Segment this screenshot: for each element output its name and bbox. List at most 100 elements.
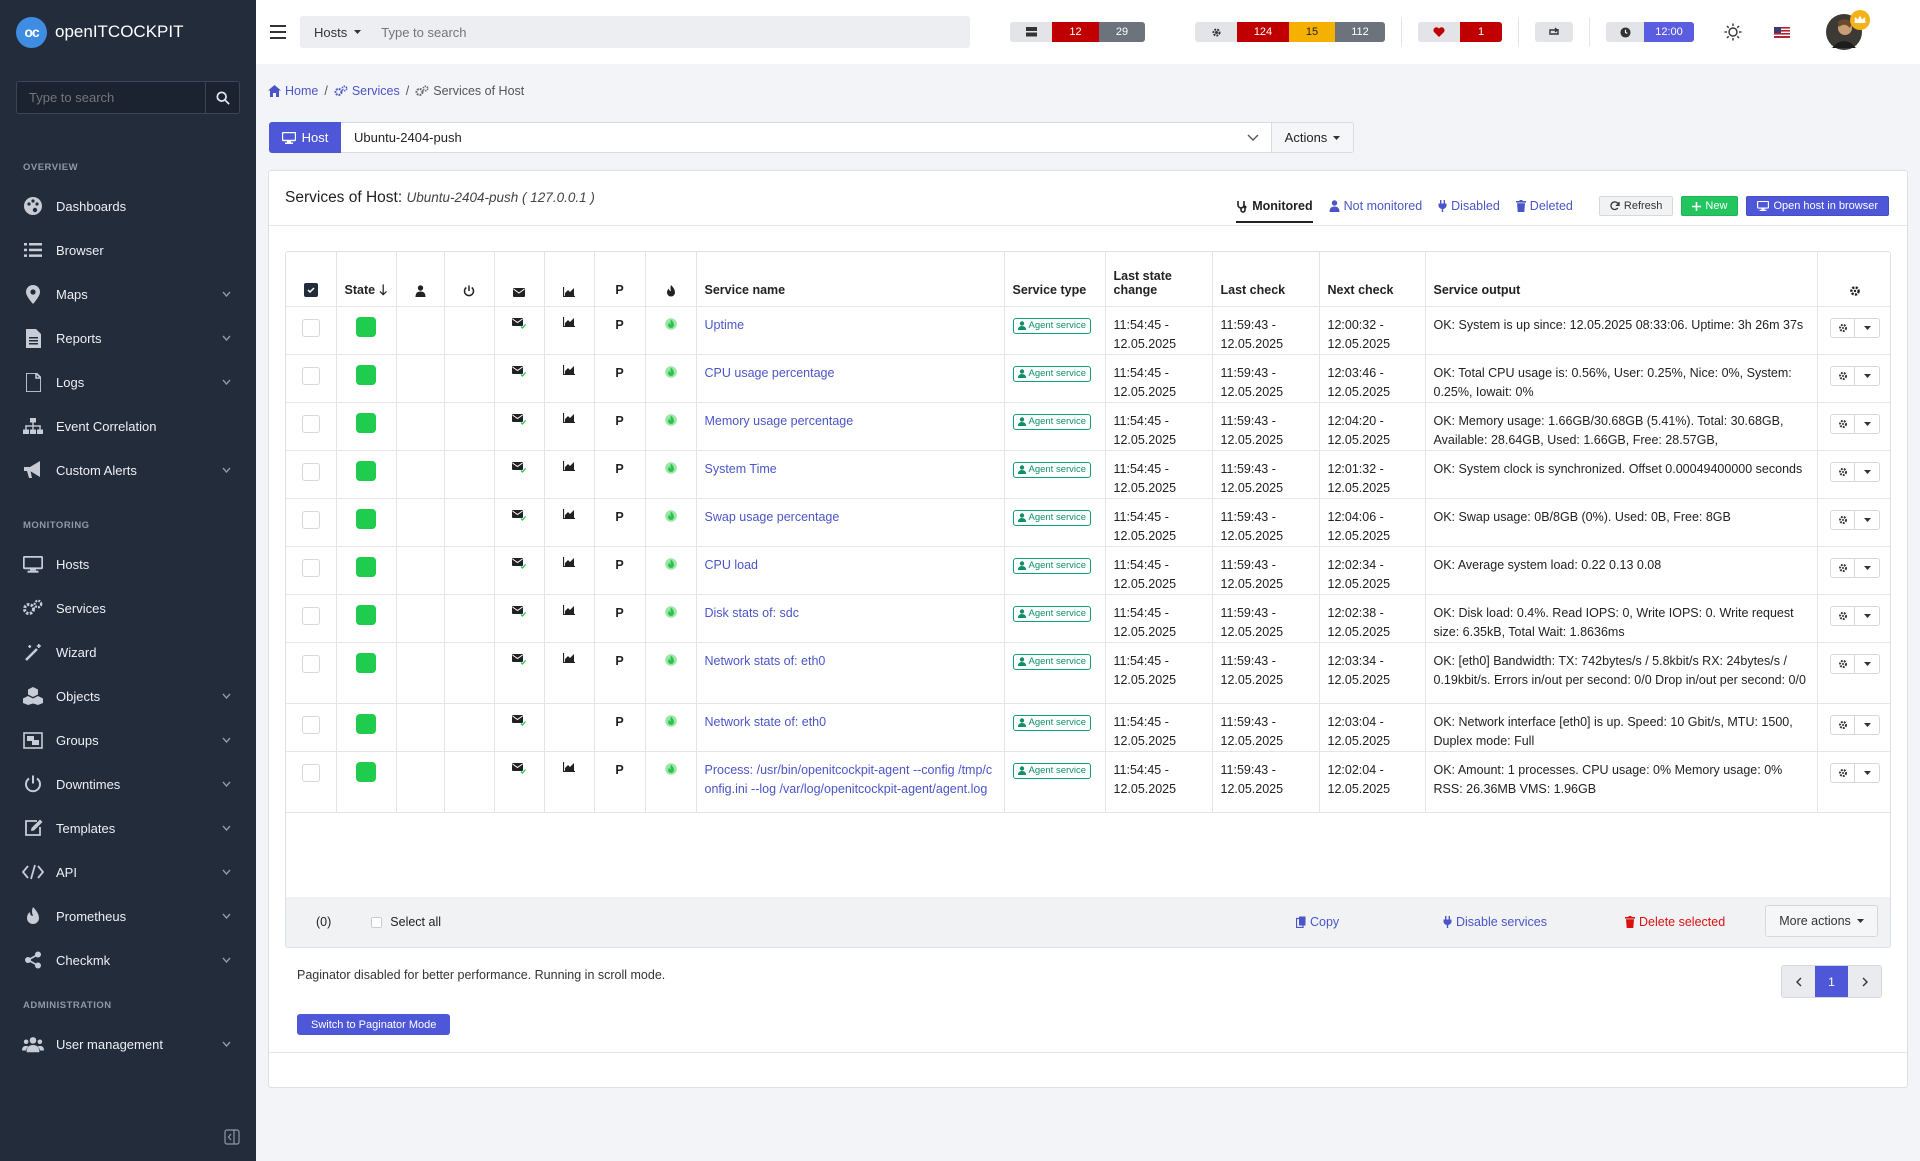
row-checkbox[interactable] [301,654,320,673]
downtime-header[interactable] [444,252,495,307]
service-link[interactable]: System Time [705,462,777,476]
service-name-header[interactable]: Service name [696,252,1005,307]
tab-deleted[interactable]: Deleted [1515,195,1573,217]
row-settings-button[interactable] [1831,462,1856,481]
row-checkbox[interactable] [301,318,320,337]
graph-cell[interactable] [544,594,595,643]
sidebar-item-services[interactable]: Services [0,586,256,630]
passive-header[interactable]: P [594,252,646,307]
tab-disabled[interactable]: Disabled [1438,195,1500,217]
row-checkbox[interactable] [301,763,320,782]
menu-toggle[interactable] [270,25,286,39]
row-actions-button[interactable] [1829,605,1880,626]
table-row[interactable]: P Network state of: eth0 Agent service 11:5… [286,703,1890,752]
row-dropdown-button[interactable] [1855,367,1879,385]
select-all-header[interactable] [286,252,337,307]
row-actions-button[interactable] [1829,413,1880,434]
service-link[interactable]: Network stats of: eth0 [705,654,826,668]
row-actions-button[interactable] [1829,509,1880,530]
status-badge[interactable] [356,713,376,734]
refresh-button[interactable]: Refresh [1598,196,1674,216]
host-status-counter[interactable]: 12 29 [1010,22,1145,42]
row-dropdown-button[interactable] [1855,415,1879,433]
row-actions-button[interactable] [1829,714,1880,735]
graph-cell[interactable] [544,498,595,547]
row-actions-button[interactable] [1829,653,1880,674]
row-dropdown-button[interactable] [1855,511,1879,529]
row-settings-button[interactable] [1831,606,1856,625]
status-badge[interactable] [356,364,376,385]
previous-page-button[interactable] [1782,966,1815,997]
row-actions-button[interactable] [1829,762,1880,783]
row-dropdown-button[interactable] [1855,559,1879,577]
notifications-header[interactable] [494,252,545,307]
breadcrumb-home[interactable]: Home [268,84,318,98]
sidebar-item-hosts[interactable]: Hosts [0,542,256,586]
host-select[interactable]: Ubuntu-2404-push [341,122,1272,153]
table-row[interactable]: P Process: /usr/bin/openitcockpit-agent -… [286,751,1890,813]
graph-cell[interactable] [544,751,595,813]
sidebar-item-objects[interactable]: Objects [0,674,256,718]
row-dropdown-button[interactable] [1855,716,1879,734]
status-badge[interactable] [356,316,376,337]
app-logo[interactable]: oc openITCOCKPIT [0,0,256,64]
health-counter[interactable]: 1 [1418,22,1502,42]
table-row[interactable]: P Network stats of: eth0 Agent service 11:5… [286,642,1890,704]
graph-cell[interactable] [544,450,595,499]
row-checkbox[interactable] [301,462,320,481]
state-header[interactable]: State [336,252,397,307]
graph-cell[interactable] [544,306,595,355]
row-dropdown-button[interactable] [1855,319,1879,337]
sidebar-item-wizard[interactable]: Wizard [0,630,256,674]
tab-not-monitored[interactable]: Not monitored [1329,195,1422,217]
sidebar-search-input[interactable] [17,82,205,113]
table-row[interactable]: P CPU load Agent service 11:54:45 - 12.05.2… [286,546,1890,595]
graph-cell[interactable] [544,354,595,403]
sidebar-item-browser[interactable]: Browser [0,228,256,272]
search-type-dropdown[interactable]: Hosts [300,25,375,40]
table-row[interactable]: P Swap usage percentage Agent service 11:54… [286,498,1890,547]
row-actions-button[interactable] [1829,365,1880,386]
host-button[interactable]: Host [269,122,341,153]
row-dropdown-button[interactable] [1855,463,1879,481]
next-page-button[interactable] [1848,966,1881,997]
row-checkbox[interactable] [301,558,320,577]
sidebar-item-event-correlation[interactable]: Event Correlation [0,404,256,448]
table-row[interactable]: P Uptime Agent service 11:54:45 - 12.05.202… [286,306,1890,355]
row-settings-button[interactable] [1831,763,1856,782]
sidebar-item-prometheus[interactable]: Prometheus [0,894,256,938]
sidebar-search-button[interactable] [205,82,239,113]
sidebar-item-custom-alerts[interactable]: Custom Alerts [0,448,256,492]
row-settings-button[interactable] [1831,414,1856,433]
table-row[interactable]: P System Time Agent service 11:54:45 - 12.0… [286,450,1890,499]
row-actions-button[interactable] [1829,317,1880,338]
table-row[interactable]: P CPU usage percentage Agent service 11:54:… [286,354,1890,403]
sidebar-item-dashboards[interactable]: Dashboards [0,184,256,228]
row-settings-button[interactable] [1831,366,1856,385]
actions-dropdown[interactable]: Actions [1272,122,1354,153]
disable-services-button[interactable]: Disable services [1443,915,1547,929]
service-link[interactable]: Disk stats of: sdc [705,606,799,620]
switch-paginator-button[interactable]: Switch to Paginator Mode [297,1014,451,1035]
sidebar-item-maps[interactable]: Maps [0,272,256,316]
row-checkbox[interactable] [301,510,320,529]
sidebar-item-logs[interactable]: Logs [0,360,256,404]
service-link[interactable]: Swap usage percentage [705,510,840,524]
row-actions-button[interactable] [1829,557,1880,578]
new-service-button[interactable]: New [1681,196,1739,216]
row-dropdown-button[interactable] [1855,607,1879,625]
sidebar-item-reports[interactable]: Reports [0,316,256,360]
row-dropdown-button[interactable] [1855,764,1879,782]
acknowledged-header[interactable] [396,252,445,307]
select-all-checkbox[interactable] [371,916,383,928]
service-link[interactable]: Process: /usr/bin/openitcockpit-agent --… [705,763,993,796]
row-checkbox[interactable] [301,606,320,625]
delete-selected-button[interactable]: Delete selected [1625,915,1725,929]
current-page[interactable]: 1 [1815,966,1848,997]
sidebar-item-api[interactable]: API [0,850,256,894]
sidebar-collapse-button[interactable] [224,1129,240,1145]
graph-cell[interactable] [544,642,595,704]
row-settings-button[interactable] [1831,654,1856,673]
service-link[interactable]: Uptime [705,318,745,332]
status-badge[interactable] [356,508,376,529]
